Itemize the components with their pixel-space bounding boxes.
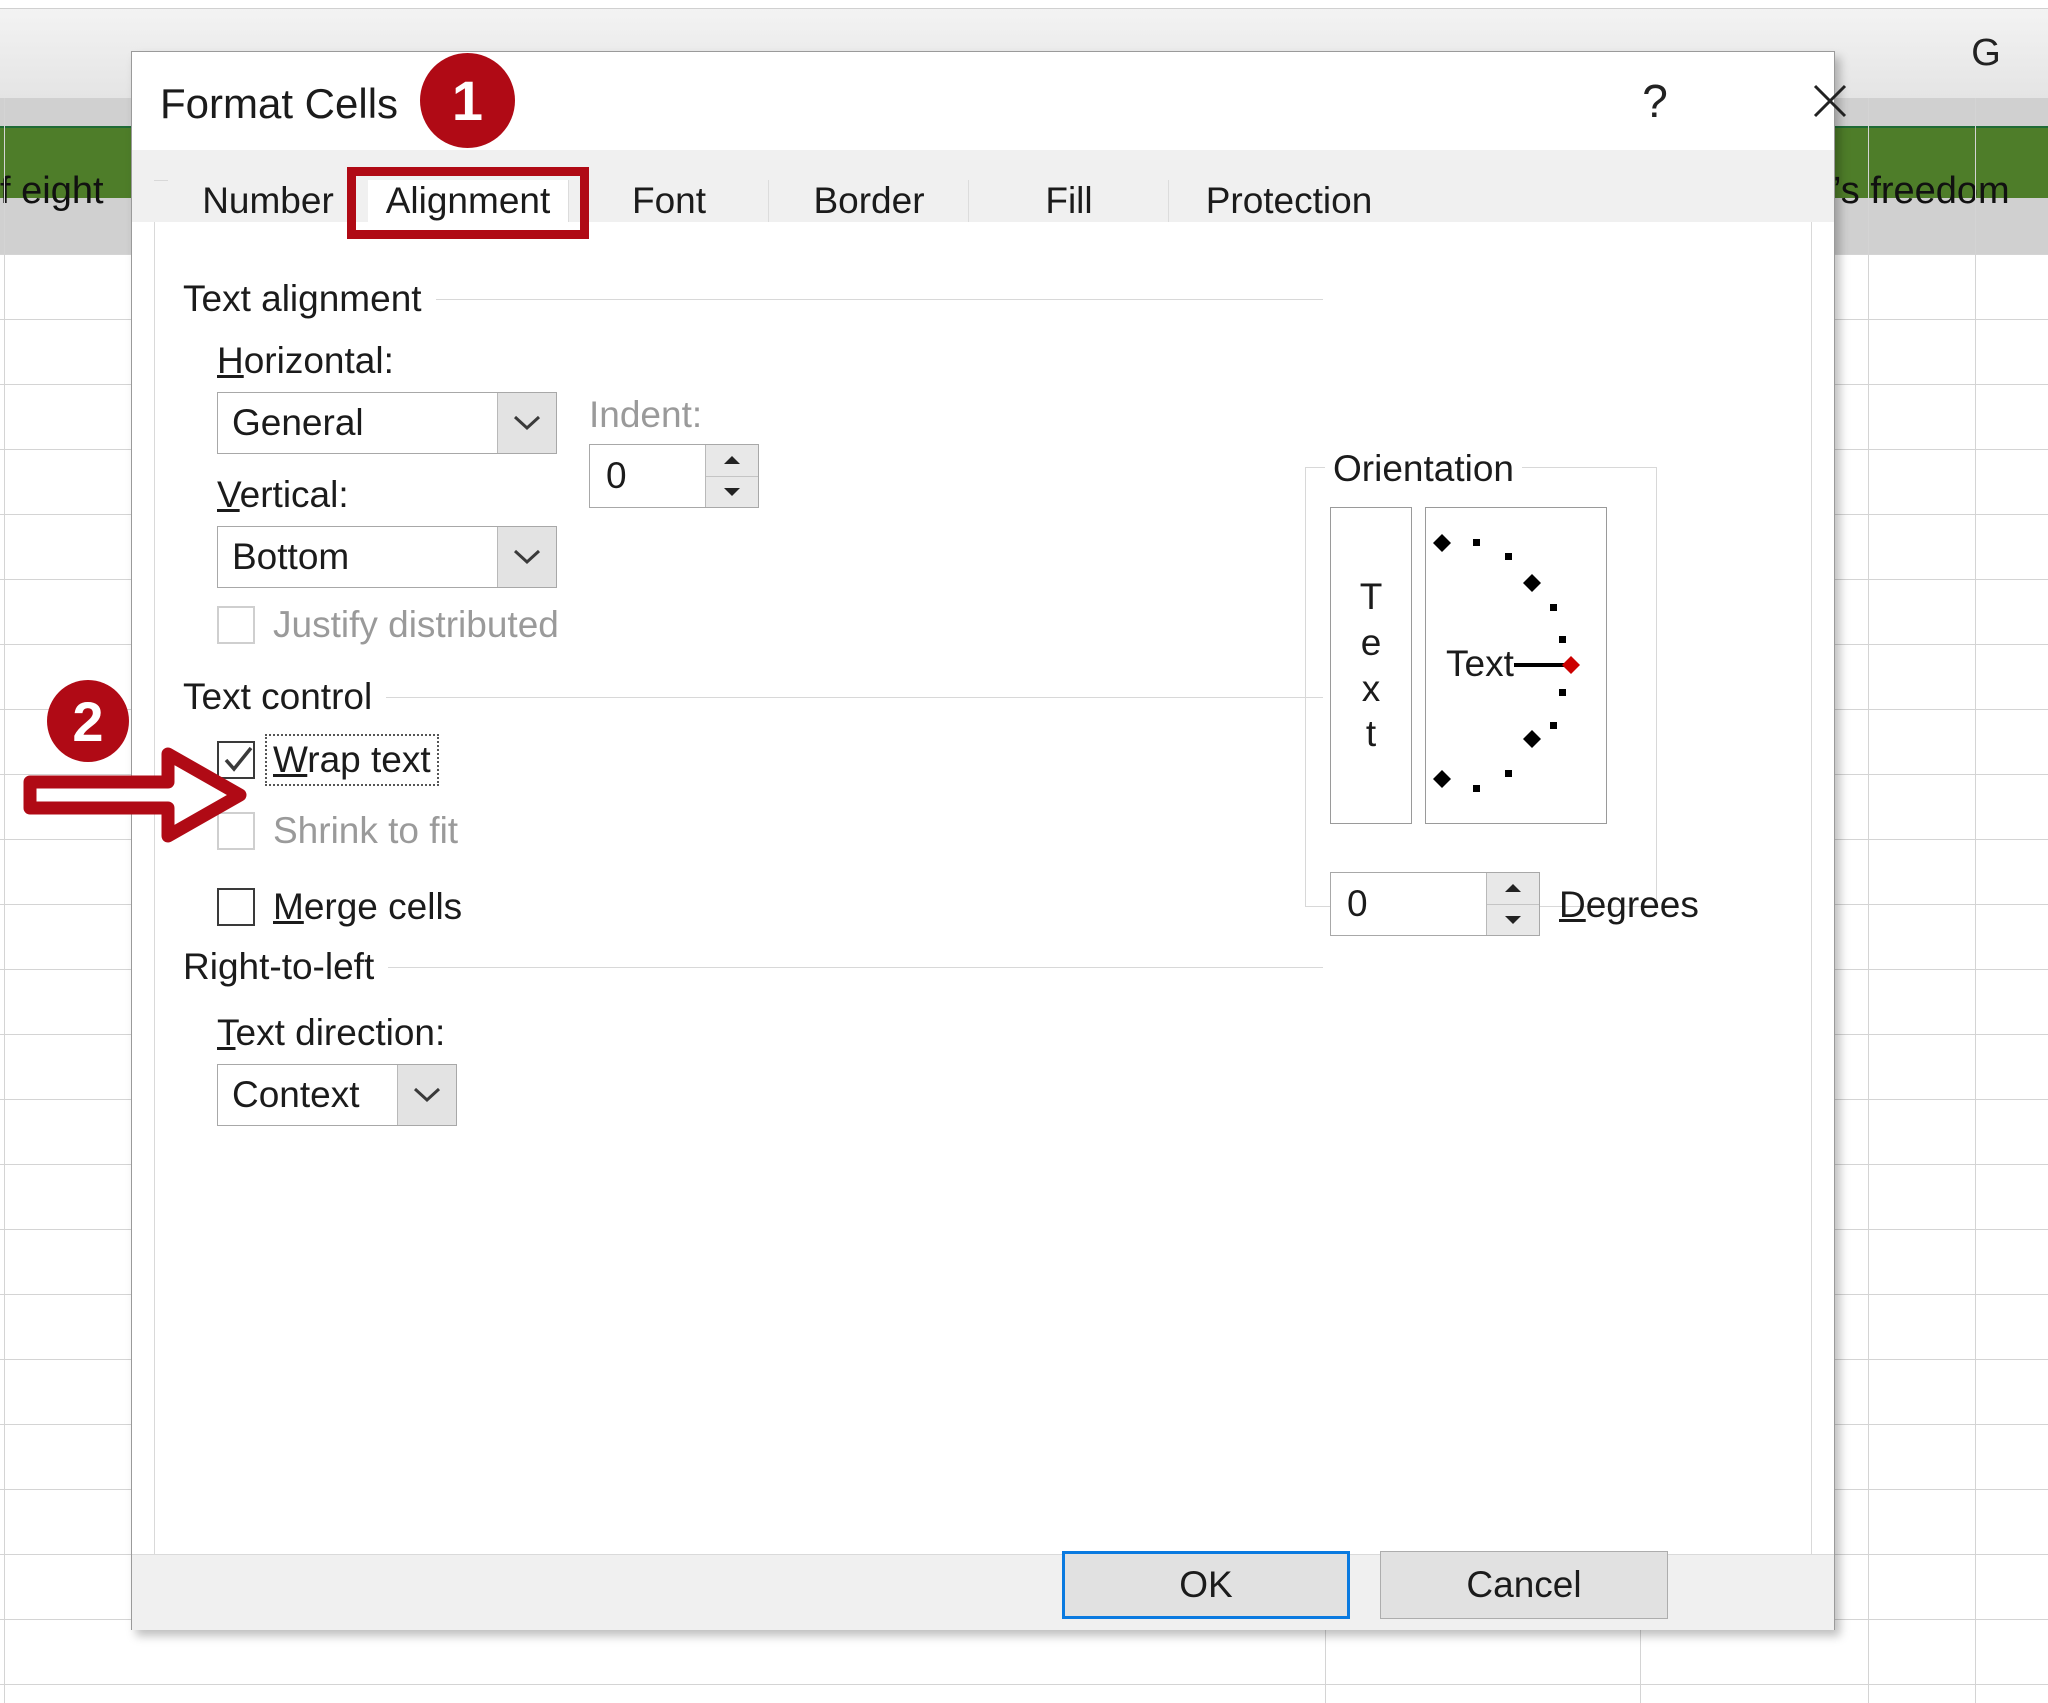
group-divider: [386, 696, 1323, 698]
right-to-left-group-header: Right-to-left: [183, 946, 1323, 988]
cancel-button[interactable]: Cancel: [1380, 1551, 1668, 1619]
indent-spinner-buttons[interactable]: [705, 445, 758, 507]
orientation-dial-ticks: [1433, 534, 1580, 792]
dialog-titlebar: Format Cells ?: [132, 52, 1847, 150]
tick-neg60: [1505, 770, 1512, 777]
vertical-text-orientation-button[interactable]: T e x t: [1330, 507, 1412, 824]
justify-distributed-label: Justify distributed: [273, 604, 559, 645]
degrees-spinner-down[interactable]: [1487, 904, 1539, 935]
shrink-to-fit-label: Shrink to fit: [273, 810, 459, 851]
format-cells-dialog: Format Cells ? Number Alignment Font Bor…: [131, 51, 1847, 1630]
vertical-char-0: T: [1359, 575, 1383, 617]
degrees-label: Degrees: [1559, 884, 1699, 925]
chevron-down-icon[interactable]: [497, 393, 556, 453]
group-divider: [435, 298, 1323, 300]
tick-90: [1433, 534, 1451, 552]
grid-row-line: [0, 1684, 2048, 1685]
merge-cells-label: Merge cells: [273, 886, 463, 927]
grid-col-line: [4, 98, 5, 1703]
alignment-tab-panel: Text alignment Horizontal: General Inden…: [154, 222, 1812, 1555]
tick-neg15: [1559, 689, 1566, 696]
indent-value: 0: [606, 455, 627, 496]
indent-label: Indent:: [589, 394, 703, 435]
chevron-down-icon[interactable]: [397, 1065, 456, 1125]
orientation-group-label: Orientation: [1325, 448, 1522, 490]
horizontal-value: General: [232, 402, 364, 443]
group-divider: [388, 966, 1323, 968]
alignment-tab-highlight: [347, 167, 589, 239]
tick-neg75: [1473, 785, 1480, 792]
text-alignment-group-header: Text alignment: [183, 278, 1323, 320]
orientation-handle: [1562, 656, 1580, 674]
right-to-left-group-label: Right-to-left: [183, 946, 375, 987]
vertical-char-2: x: [1361, 667, 1381, 709]
tab-number[interactable]: Number: [168, 180, 368, 222]
dialog-footer: OK Cancel: [132, 1551, 1834, 1630]
wrap-text-focus-ring: Wrap text: [265, 734, 439, 786]
indent-spinner-down[interactable]: [706, 476, 758, 507]
tab-fill[interactable]: Fill: [968, 180, 1169, 222]
grid-col-line: [1868, 98, 1869, 1703]
tick-15: [1559, 636, 1566, 643]
text-control-group-label: Text control: [183, 676, 373, 717]
degrees-spinner-buttons[interactable]: [1486, 873, 1539, 935]
callout-badge-1: 1: [420, 53, 515, 148]
dialog-title: Format Cells: [160, 80, 399, 127]
indent-spinner-up[interactable]: [706, 445, 758, 477]
tick-60: [1505, 553, 1512, 560]
tick-neg30: [1550, 722, 1557, 729]
help-icon[interactable]: ?: [1607, 62, 1703, 140]
grid-col-line: [1975, 98, 1976, 1703]
tick-30: [1550, 604, 1557, 611]
pointer-arrow-icon: [23, 747, 247, 843]
tick-75: [1473, 539, 1480, 546]
tab-border[interactable]: Border: [768, 180, 969, 222]
text-control-group-header: Text control: [183, 676, 1323, 718]
vertical-select[interactable]: Bottom: [217, 526, 557, 588]
justify-distributed-checkbox[interactable]: [217, 606, 255, 644]
chevron-down-icon[interactable]: [497, 527, 556, 587]
degrees-stepper[interactable]: 0: [1330, 872, 1540, 936]
text-direction-label: Text direction:: [217, 1012, 446, 1053]
horizontal-select[interactable]: General: [217, 392, 557, 454]
merge-cells-checkbox-row[interactable]: Merge cells: [217, 886, 462, 928]
text-alignment-group-label: Text alignment: [183, 278, 422, 319]
cell-text-right[interactable]: ’s freedom: [1833, 170, 2010, 213]
degrees-value: 0: [1347, 883, 1368, 924]
tick-45: [1523, 574, 1541, 592]
justify-distributed-checkbox-row[interactable]: Justify distributed: [217, 604, 559, 646]
text-direction-select[interactable]: Context: [217, 1064, 457, 1126]
vertical-char-3: t: [1365, 713, 1377, 755]
text-direction-value: Context: [232, 1074, 360, 1115]
vertical-label: Vertical:: [217, 474, 349, 515]
ok-button[interactable]: OK: [1062, 1551, 1350, 1619]
tick-neg90: [1433, 770, 1451, 788]
close-icon[interactable]: [1782, 62, 1878, 140]
cell-text-left[interactable]: f eight: [0, 170, 104, 213]
tab-protection[interactable]: Protection: [1168, 180, 1409, 222]
degrees-spinner-up[interactable]: [1487, 873, 1539, 905]
vertical-value: Bottom: [232, 536, 350, 577]
merge-cells-checkbox[interactable]: [217, 888, 255, 926]
orientation-dial[interactable]: Text: [1425, 507, 1607, 824]
vertical-char-1: e: [1360, 621, 1382, 663]
tick-neg45: [1523, 730, 1541, 748]
tab-font[interactable]: Font: [568, 180, 769, 222]
indent-stepper[interactable]: 0: [589, 444, 759, 508]
column-header-g[interactable]: G: [1926, 8, 2046, 98]
wrap-text-label: Wrap text: [273, 739, 431, 780]
horizontal-label: Horizontal:: [217, 340, 394, 381]
